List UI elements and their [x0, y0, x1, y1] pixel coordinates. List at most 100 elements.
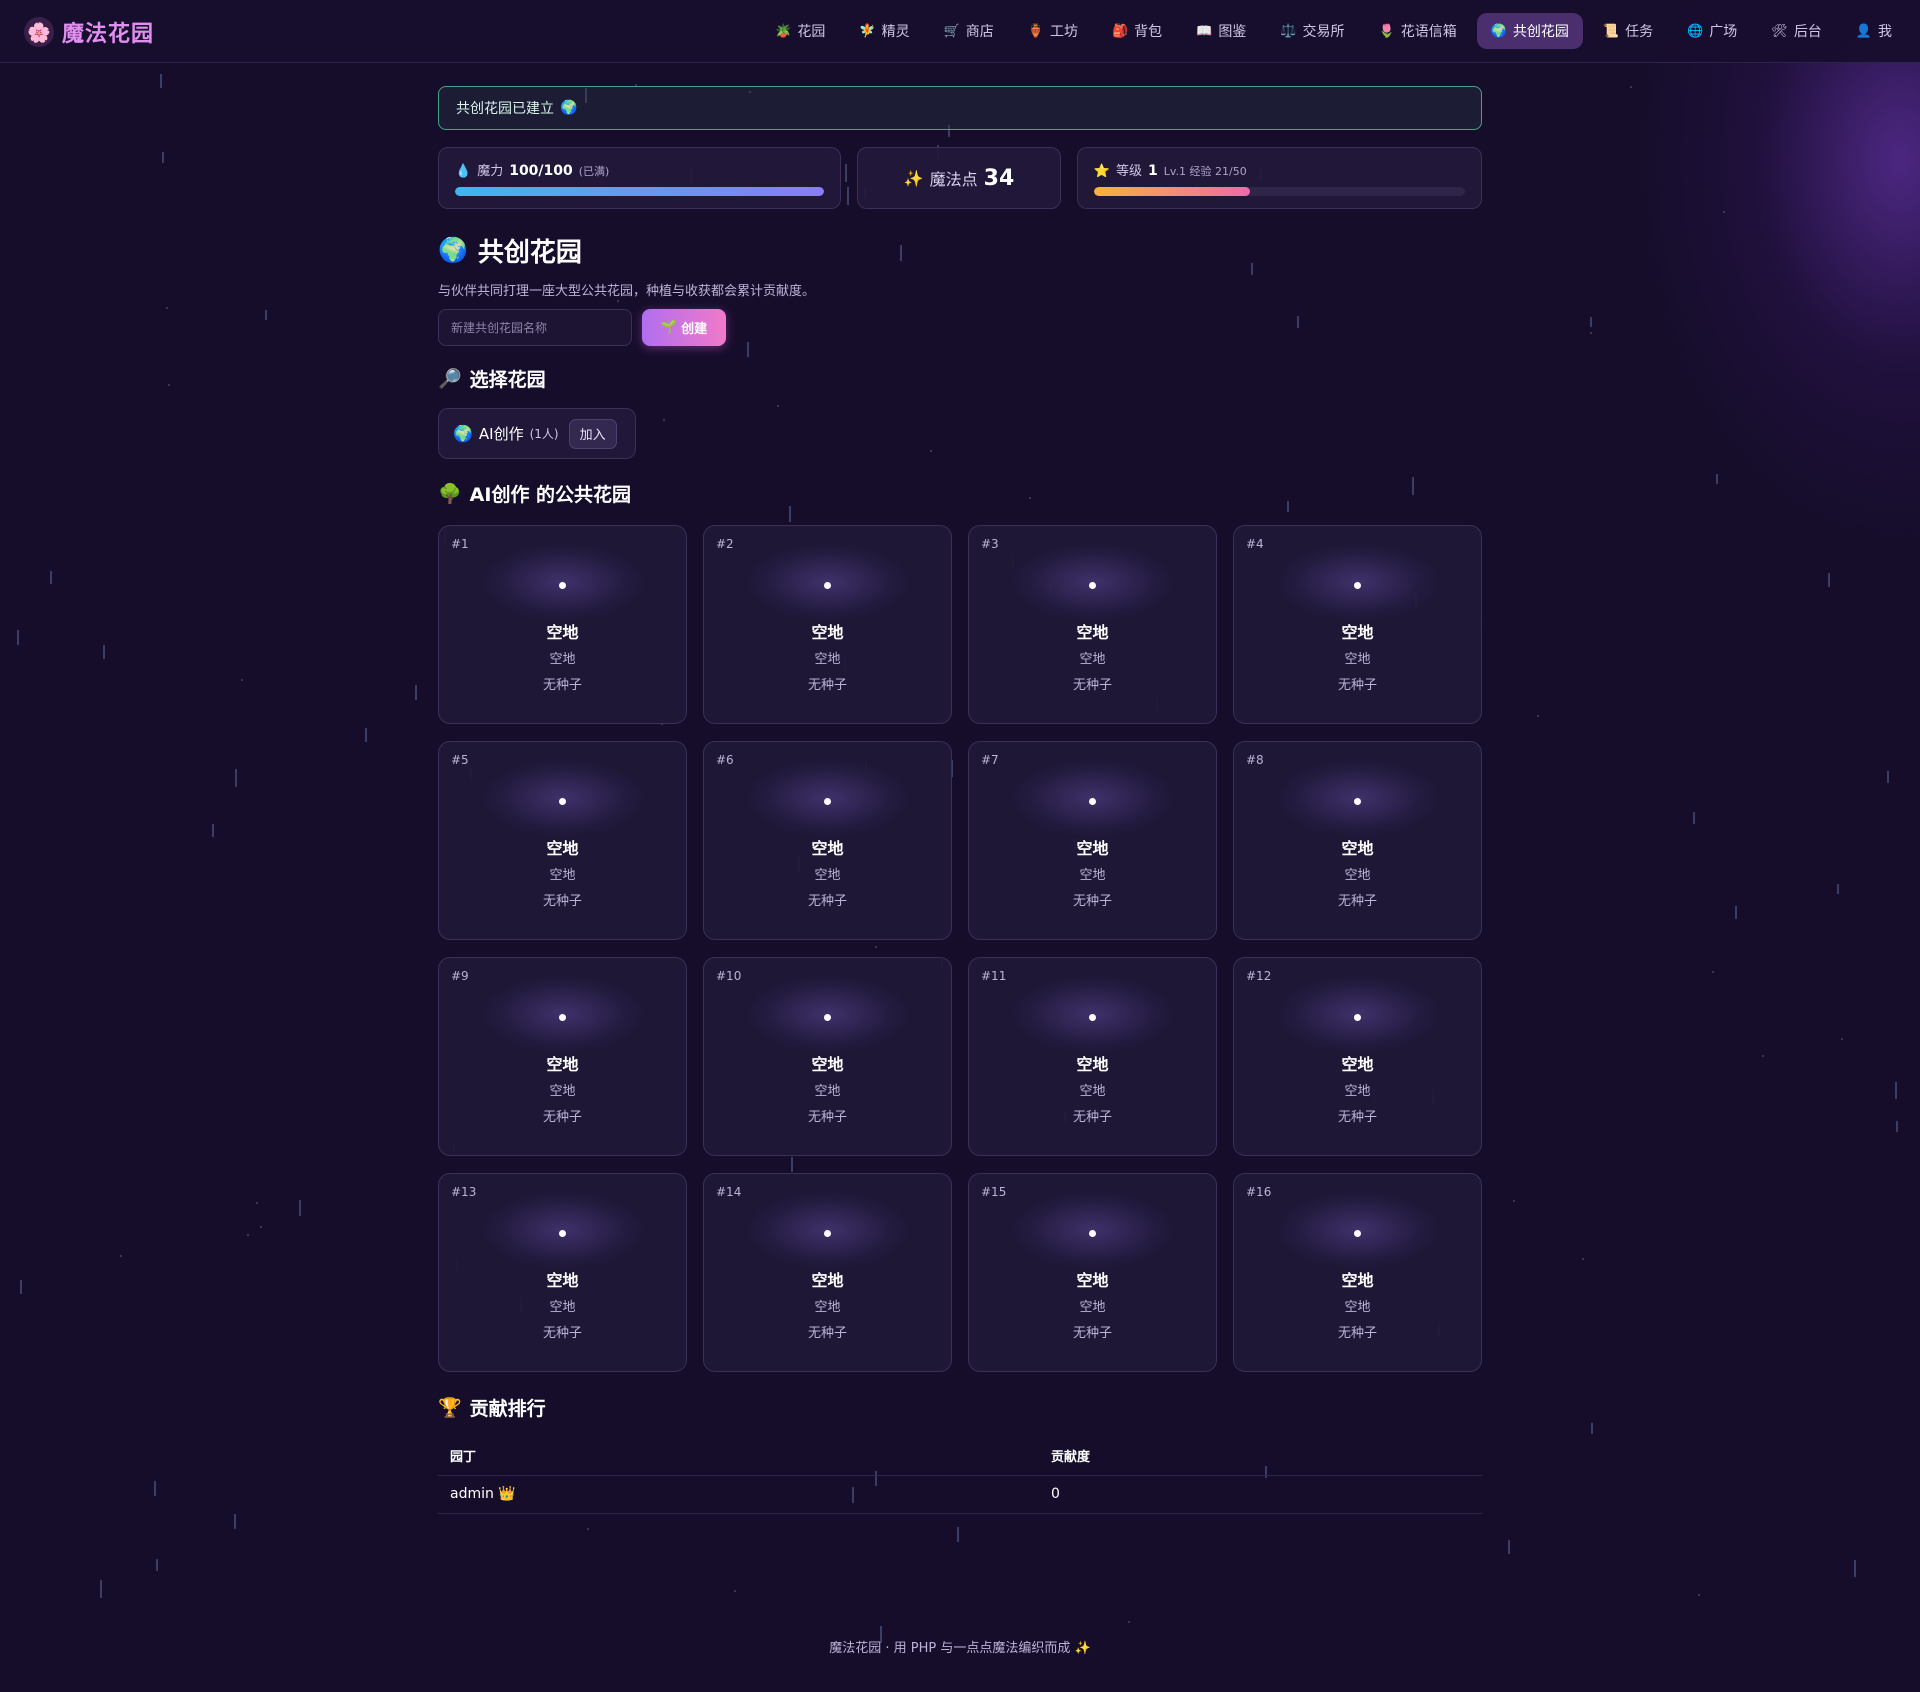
nav-icon: 🛒: [943, 23, 960, 39]
join-garden-button[interactable]: 加入: [568, 418, 617, 449]
star-speck: [1582, 1258, 1584, 1260]
garden-plot[interactable]: #13 空地 空地 无种子: [438, 1173, 687, 1372]
garden-plot[interactable]: #3 空地 空地 无种子: [968, 525, 1217, 724]
ranking-title: 贡献排行: [469, 1397, 546, 1420]
empty-plot-dot-icon: [1089, 1014, 1096, 1021]
nav-item-2[interactable]: 🛒 商店: [930, 13, 1008, 49]
nav-item-4[interactable]: 🎒 背包: [1098, 13, 1176, 49]
garden-plot[interactable]: #2 空地 空地 无种子: [703, 525, 952, 724]
plot-substatus: 空地: [1344, 1300, 1371, 1315]
star-speck: [247, 1234, 249, 1236]
plot-seed: 无种子: [1072, 1326, 1112, 1341]
plot-substatus: 空地: [1344, 652, 1371, 667]
nav-item-1[interactable]: 🧚 精灵: [845, 13, 923, 49]
garden-plot[interactable]: #11 空地 空地 无种子: [968, 957, 1217, 1156]
garden-plot[interactable]: #10 空地 空地 无种子: [703, 957, 952, 1156]
nav-item-11[interactable]: 🛠 后台: [1757, 13, 1836, 49]
garden-plot[interactable]: #9 空地 空地 无种子: [438, 957, 687, 1156]
garden-option[interactable]: 🌍 AI创作 (1人) 加入: [438, 408, 636, 459]
empty-plot-dot-icon: [1354, 798, 1361, 805]
brand[interactable]: 🌸 魔法花园: [24, 16, 154, 48]
plot-substatus: 空地: [549, 1084, 576, 1099]
nav-icon: 🌍: [1490, 23, 1507, 39]
plot-status: 空地: [546, 623, 579, 642]
empty-plot-dot-icon: [824, 1230, 831, 1237]
star-speck: [587, 1528, 589, 1530]
nav-label: 任务: [1625, 24, 1654, 40]
mana-stat: 💧 魔力 100/100 (已满): [438, 147, 842, 209]
notice-text: 共创花园已建立: [456, 101, 554, 117]
top-nav: 🌸 魔法花园 🪴 花园 🧚 精灵 🛒 商店 🏺 工坊 🎒 背包 📖 图鉴 ⚖️ 交易所 🌷 花语信箱 🌍 共创花园…: [0, 0, 1920, 63]
nav-icon: 🎒: [1111, 23, 1129, 39]
column-header-gardener: 园丁: [438, 1437, 1039, 1476]
ranking-heading: 🏆 贡献排行: [438, 1393, 1482, 1421]
public-garden-title: AI创作 的公共花园: [469, 483, 632, 506]
nav-item-10[interactable]: 🌐 广场: [1673, 13, 1751, 49]
plot-status: 空地: [811, 623, 844, 642]
plot-seed: 无种子: [1337, 1110, 1377, 1125]
empty-plot-dot-icon: [559, 798, 566, 805]
footer: 魔法花园 · 用 PHP 与一点点魔法编织而成 ✨: [829, 1641, 1091, 1656]
garden-plot[interactable]: #5 空地 空地 无种子: [438, 741, 687, 940]
star-speck: [256, 1202, 258, 1204]
page-heading: 共创花园: [477, 237, 582, 268]
plot-seed: 无种子: [1072, 678, 1112, 693]
brand-name: 魔法花园: [62, 22, 155, 47]
points-label: 魔法点: [929, 170, 978, 189]
nav-label: 花语信箱: [1400, 24, 1457, 40]
plot-seed: 无种子: [807, 1326, 847, 1341]
garden-option-name: AI创作: [478, 425, 524, 443]
garden-plot[interactable]: #1 空地 空地 无种子: [438, 525, 687, 724]
garden-plot[interactable]: #16 空地 空地 无种子: [1233, 1173, 1482, 1372]
nav-item-0[interactable]: 🪴 花园: [761, 13, 839, 49]
mana-value: 100/100: [509, 163, 573, 179]
plot-substatus: 空地: [549, 1300, 576, 1315]
garden-plot[interactable]: #8 空地 空地 无种子: [1233, 741, 1482, 940]
page-title: 🌍 共创花园: [438, 233, 1482, 268]
plot-status: 空地: [811, 1055, 844, 1074]
nav-item-6[interactable]: ⚖️ 交易所: [1266, 13, 1358, 49]
nav-item-7[interactable]: 🌷 花语信箱: [1365, 13, 1471, 49]
select-garden-heading: 🔎 选择花园: [438, 364, 1482, 392]
globe-icon: 🌍: [438, 236, 468, 264]
nav-item-5[interactable]: 📖 图鉴: [1182, 13, 1260, 49]
star-speck: [166, 307, 168, 309]
nav-item-3[interactable]: 🏺 工坊: [1014, 13, 1092, 49]
star-speck: [1723, 211, 1725, 213]
star-speck: [260, 1226, 262, 1228]
water-drop-icon: 💧: [455, 164, 472, 179]
seedling-icon: 🌱: [660, 320, 678, 335]
exp-bar: [1093, 187, 1465, 196]
plot-number: #1: [451, 537, 469, 551]
nav-item-12[interactable]: 👤 我: [1842, 13, 1906, 49]
magic-points-stat: ✨ 魔法点 34: [857, 147, 1061, 209]
garden-plot[interactable]: #4 空地 空地 无种子: [1233, 525, 1482, 724]
plot-substatus: 空地: [549, 868, 576, 883]
garden-plot[interactable]: #6 空地 空地 无种子: [703, 741, 952, 940]
nav-item-8[interactable]: 🌍 共创花园: [1476, 13, 1583, 49]
star-speck: [1513, 1200, 1515, 1202]
garden-plot[interactable]: #12 空地 空地 无种子: [1233, 957, 1482, 1156]
star-speck: [1128, 1621, 1130, 1623]
globe-icon: 🌍: [453, 424, 473, 443]
plot-number: #7: [981, 753, 999, 767]
plot-number: #15: [981, 1185, 1007, 1199]
create-garden-button[interactable]: 🌱 创建: [642, 309, 726, 346]
garden-name-input[interactable]: [438, 309, 632, 346]
plot-seed: 无种子: [542, 1110, 582, 1125]
empty-plot-dot-icon: [1354, 1230, 1361, 1237]
empty-plot-dot-icon: [559, 582, 566, 589]
nav-item-9[interactable]: 📜 任务: [1589, 13, 1667, 49]
garden-plot[interactable]: #15 空地 空地 无种子: [968, 1173, 1217, 1372]
garden-plot[interactable]: #7 空地 空地 无种子: [968, 741, 1217, 940]
plot-number: #12: [1246, 969, 1272, 983]
plot-grid: #1 空地 空地 无种子 #2 空地 空地 无种子 #3 空地 空地 无种子 #4 空地 空地 无种子 #5 空地…: [438, 525, 1482, 1372]
empty-plot-dot-icon: [824, 582, 831, 589]
plot-substatus: 空地: [1344, 1084, 1371, 1099]
plot-number: #16: [1246, 1185, 1272, 1199]
contribution-cell: 0: [1039, 1475, 1482, 1514]
plot-status: 空地: [1076, 1055, 1109, 1074]
nav-icon: 👤: [1855, 23, 1872, 39]
garden-plot[interactable]: #14 空地 空地 无种子: [703, 1173, 952, 1372]
plot-seed: 无种子: [1072, 894, 1112, 909]
